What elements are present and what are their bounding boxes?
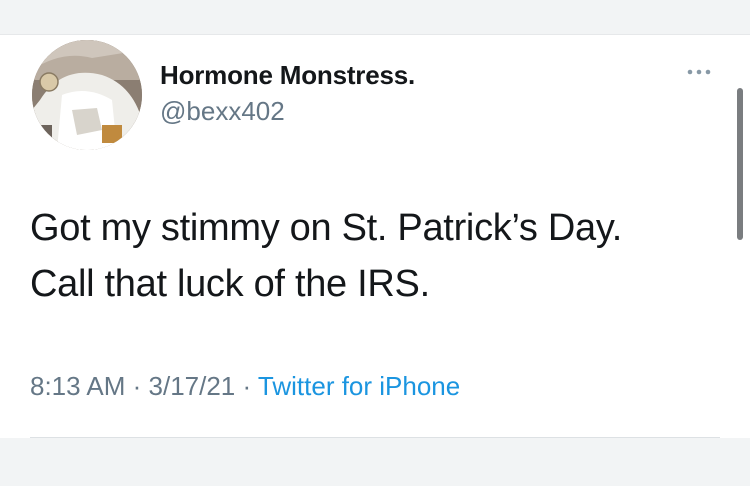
tweet-text-line: Call that luck of the IRS. xyxy=(30,263,430,305)
tweet-metadata: 8:13 AM · 3/17/21 · Twitter for iPhone xyxy=(30,371,460,402)
tweet-date[interactable]: 3/17/21 xyxy=(149,371,236,401)
more-options-icon[interactable] xyxy=(684,62,714,82)
avatar[interactable] xyxy=(32,40,142,150)
meta-separator: · xyxy=(125,371,149,401)
tweet-text: Got my stimmy on St. Patrick’s Day. Call… xyxy=(30,200,730,312)
meta-separator: · xyxy=(235,371,258,401)
tweet-text-line: Got my stimmy on St. Patrick’s Day. xyxy=(30,207,622,249)
profile-photo xyxy=(32,40,142,150)
tweet-time[interactable]: 8:13 AM xyxy=(30,371,125,401)
top-divider xyxy=(0,34,750,35)
display-name[interactable]: Hormone Monstress. xyxy=(160,60,415,91)
scrollbar[interactable] xyxy=(737,88,743,240)
user-handle[interactable]: @bexx402 xyxy=(160,96,285,127)
bottom-divider xyxy=(30,437,720,438)
tweet-source-link[interactable]: Twitter for iPhone xyxy=(258,371,460,401)
